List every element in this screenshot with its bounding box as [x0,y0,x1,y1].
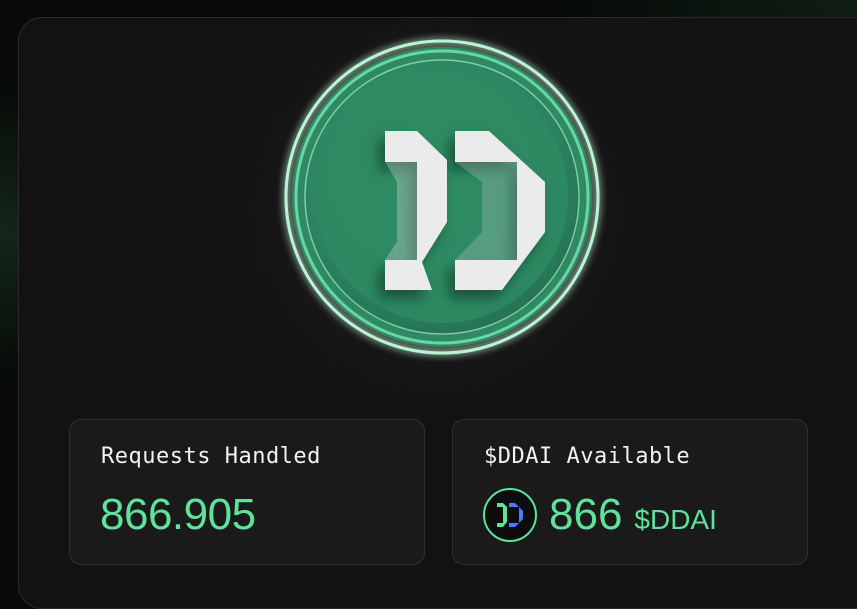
ddai-available-panel: $DDAI Available 866 $DDAI [452,419,808,565]
requests-handled-panel: Requests Handled 866.905 [69,419,425,565]
dashboard-card: Requests Handled 866.905 $DDAI Available… [18,17,857,609]
ddai-balance-row: 866 $DDAI [483,488,717,542]
ddai-logo-coin-icon [277,32,607,362]
ddai-amount: 866 [549,490,622,540]
requests-handled-value: 866.905 [100,490,256,540]
ddai-available-label: $DDAI Available [484,444,690,469]
requests-handled-label: Requests Handled [101,444,321,469]
ddai-unit: $DDAI [634,504,716,536]
ddai-token-icon [483,488,537,542]
